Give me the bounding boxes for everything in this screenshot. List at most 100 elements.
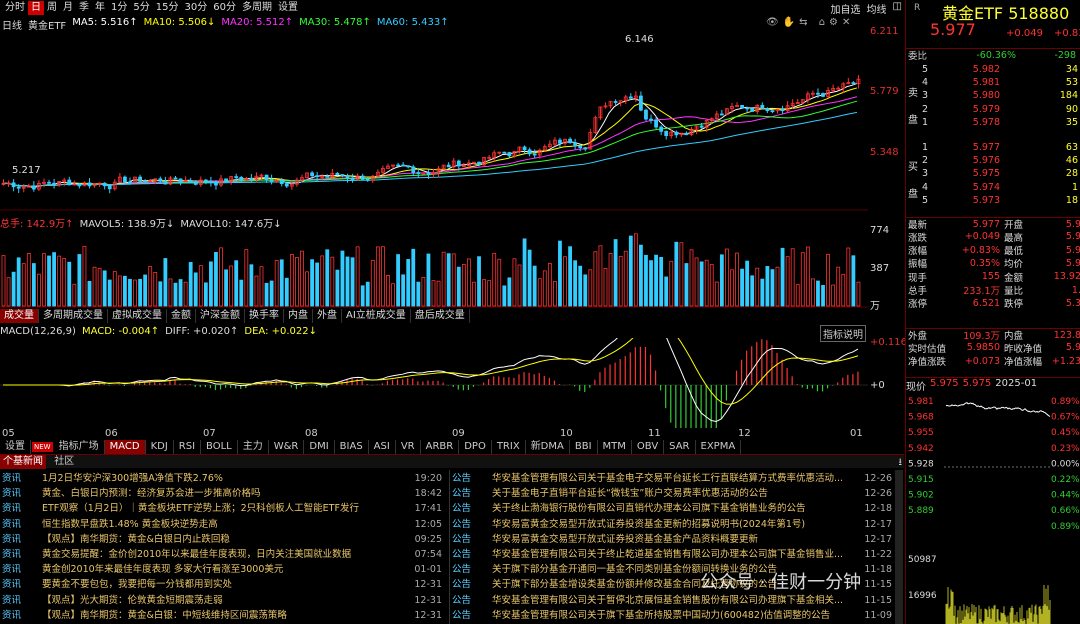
news-item[interactable]: 资讯 【观点】南华期货：黄金&白银日内止跌回稳 09:25 <box>2 532 442 547</box>
volume-bar <box>436 280 441 307</box>
news-scrollbar[interactable] <box>895 470 903 624</box>
news-item[interactable]: 资讯 要黄金不要包包，我要把每一分钱都用到实处 12-31 <box>2 577 442 592</box>
candle-body <box>821 93 825 97</box>
stat-label: 最低 <box>1004 246 1024 258</box>
indicator-tab[interactable]: 指标广场 <box>54 440 105 454</box>
stat-row: 最新 5.977 开盘 5.9 <box>906 217 1080 231</box>
candle-body <box>765 108 770 112</box>
indicator-tab[interactable]: BIAS <box>335 440 369 454</box>
indicator-tab[interactable]: TRIX <box>492 440 526 454</box>
price-tick-low: 5.348 <box>870 147 899 158</box>
indicator-tab[interactable]: ARBR <box>421 440 460 454</box>
indicator-tab[interactable]: DMI <box>304 440 335 454</box>
news-title: 黄金交易提醒：金价创2010年以来最佳年度表现，日内关注美国就业数据 <box>42 549 352 560</box>
volume-subtab[interactable]: AI立桩成交量 <box>342 309 411 323</box>
volume-bar <box>805 246 810 307</box>
buy-side-label: 买盘 <box>908 158 918 200</box>
period-tab[interactable]: 30分 <box>181 1 210 15</box>
order-price: 5.973 <box>972 194 1000 206</box>
news-item[interactable]: 公告 华安基金管理有限公司关于基金电子交易平台延长工行直联结算方式费率优惠活动..… <box>452 471 892 486</box>
news-item[interactable]: 公告 关于终止渤海银行股份有限公司直销代办理本公司旗下基金销售业务的公告 12-18 <box>452 501 892 516</box>
intraday-price-tick: 5.955 <box>908 428 934 438</box>
period-tab[interactable]: 15分 <box>153 1 182 15</box>
news-item[interactable]: 公告 华安易富黄金交易型开放式证券投资基金基金产品资料概要更新 12-17 <box>452 532 892 547</box>
indicator-tab[interactable]: W&R <box>269 440 305 454</box>
news-item[interactable]: 资讯 恒生指数早盘跌1.48% 黄金板块逆势走高 12:05 <box>2 517 442 532</box>
add-watchlist-button[interactable]: 加自选 <box>831 1 861 16</box>
news-item[interactable]: 资讯 【观点】南华期货：黄金&白银：中短线维持区间震荡策略 12-31 <box>2 608 442 623</box>
news-item[interactable]: 公告 华安基金管理有限公司关于暂停北京展恒基金销售股份有限公司办理旗下基金相关..… <box>452 593 892 608</box>
chart-toolbar-icons[interactable]: 👁✋⇆ ⌂⚙✕ <box>766 17 854 28</box>
period-tab[interactable]: 周 <box>44 1 60 15</box>
news-item[interactable]: 资讯 1月2日华安沪深300增强A净值下跌2.76% 19:20 <box>2 471 442 486</box>
volume-subtab[interactable]: 成交量 <box>0 309 39 323</box>
quote-panel: R 黄金ETF 518880 5.977 +0.049 +0.83 委比 -60… <box>905 0 1080 624</box>
period-tab[interactable]: 日 <box>28 1 44 15</box>
news-item[interactable]: 资讯 黄金创2010年来最佳年度表现 多家大行看涨至3000美元 01-01 <box>2 562 442 577</box>
indicator-tab[interactable]: RSI <box>174 440 202 454</box>
candle-body <box>203 179 208 182</box>
indicator-tab[interactable]: BOLL <box>201 440 238 454</box>
indicator-tab[interactable]: DPO <box>459 440 492 454</box>
indicator-tab[interactable]: MACD <box>104 440 146 454</box>
indicator-tab[interactable]: MTM <box>598 440 632 454</box>
volume-subtab[interactable]: 金额 <box>167 309 196 323</box>
news-item[interactable]: 公告 关于基金电子直销平台延长“微钱宝”账户交易费率优惠活动的公告 12-26 <box>452 486 892 501</box>
volume-bar <box>583 274 588 307</box>
volume-bar <box>694 257 699 307</box>
volume-bar <box>386 275 390 307</box>
volume-bar <box>133 279 137 307</box>
indicator-tab[interactable]: 设置 <box>0 440 31 454</box>
volume-subtab[interactable]: 换手率 <box>245 309 284 323</box>
news-item[interactable]: 公告 华安易富黄金交易型开放式证券投资基金更新的招募说明书(2024年第1号) 12… <box>452 517 892 532</box>
volume-subtab[interactable]: 多周期成交量 <box>39 309 108 323</box>
period-tab[interactable]: 多周期 <box>239 1 275 15</box>
volume-bar <box>846 247 851 307</box>
news-title: ETF观察（1月2日）｜黄金板块ETF逆势上涨；2只科创板人工智能ETF发行 <box>42 503 359 515</box>
ma-line-button[interactable]: 均线 <box>867 1 887 16</box>
volume-subtab[interactable]: 盘后成交量 <box>411 309 470 323</box>
tab-community[interactable]: 社区 <box>49 455 79 469</box>
period-tab[interactable]: 年 <box>92 1 108 15</box>
volume-bar <box>719 254 724 307</box>
indicator-tab[interactable]: EXPMA <box>696 440 742 454</box>
order-row: 4 5.981 53 <box>906 76 1080 89</box>
period-tab[interactable]: 1分 <box>108 1 130 15</box>
volume-subtab[interactable]: 内盘 <box>284 309 313 323</box>
indicator-tab[interactable]: KDJ <box>146 440 174 454</box>
stat-label: 涨停 <box>908 299 928 311</box>
news-time: 12-31 <box>414 579 442 591</box>
period-tab[interactable]: 季 <box>76 1 92 15</box>
period-tab[interactable]: 5分 <box>130 1 152 15</box>
volume-subtab[interactable]: 虚拟成交量 <box>108 309 167 323</box>
period-tab[interactable]: 60分 <box>210 1 239 15</box>
indicator-tab[interactable]: OBV <box>632 440 665 454</box>
volume-bar <box>396 254 400 307</box>
indicator-tab[interactable]: VR <box>396 440 421 454</box>
volume-subtab[interactable]: 沪深金额 <box>196 309 245 323</box>
period-tab[interactable]: 分时 <box>2 1 28 15</box>
news-item[interactable]: 公告 华安基金管理有限公司关于终止乾道基金销售有限公司办理本公司旗下基金销售业..… <box>452 547 892 562</box>
news-item[interactable]: 资讯 黄金交易提醒：金价创2010年以来最佳年度表现，日内关注美国就业数据 07:5… <box>2 547 442 562</box>
tab-fund-news[interactable]: 个基新闻 <box>0 455 46 469</box>
news-item[interactable]: 资讯 ETF观察（1月2日）｜黄金板块ETF逆势上涨；2只科创板人工智能ETF发行… <box>2 501 442 516</box>
volume-bar <box>618 255 623 307</box>
indicator-tab[interactable]: SAR <box>664 440 696 454</box>
indicator-tab[interactable]: 主力 <box>238 440 269 454</box>
news-item[interactable]: 公告 华安基金管理有限公司关于旗下基金所持股票中国动力(600482)估值调整的公… <box>452 608 892 623</box>
volume-bar <box>558 240 562 307</box>
indicator-tab[interactable]: BBI <box>570 440 598 454</box>
period-tab[interactable]: 设置 <box>275 1 301 15</box>
candle-body <box>239 176 244 181</box>
diff-line <box>3 338 859 422</box>
news-item[interactable]: 资讯 黄金、白银日内预测：经济复苏会进一步推高价格吗 18:42 <box>2 486 442 501</box>
indicator-tab[interactable]: ASI <box>369 440 396 454</box>
candle-body <box>279 180 284 185</box>
indicator-tab[interactable]: 新DMA <box>526 440 570 454</box>
stat-label: 昨收净值 <box>1004 343 1043 355</box>
news-item[interactable]: 资讯 【观点】光大期货：伦敦黄金短期震荡走弱 12-31 <box>2 593 442 608</box>
period-tab[interactable]: 月 <box>60 1 76 15</box>
candle-body <box>123 176 127 183</box>
volume-subtab[interactable]: 外盘 <box>313 309 342 323</box>
layout-icon[interactable]: ◫ <box>893 1 902 16</box>
